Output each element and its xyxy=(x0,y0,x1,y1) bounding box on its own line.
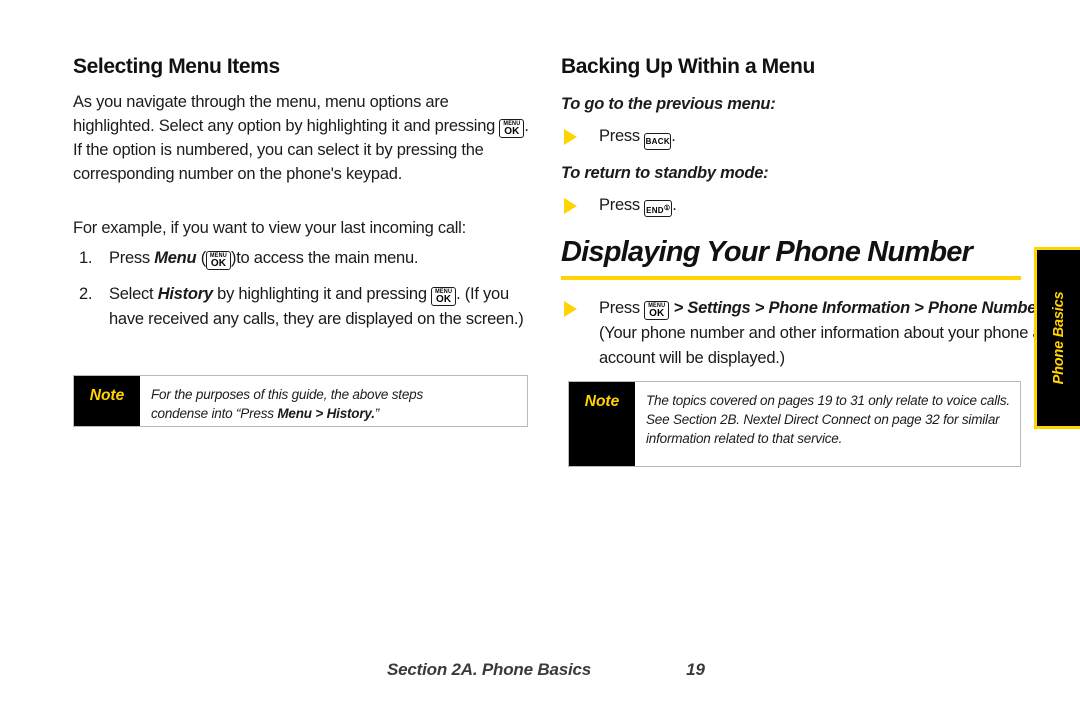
note-line-2-b: ” xyxy=(374,406,380,421)
bullet-text-a: Press xyxy=(599,299,645,317)
section-title-displaying-your-phone-number: Displaying Your Phone Number xyxy=(561,236,973,268)
footer-page-number: 19 xyxy=(686,660,705,679)
bullet-text-a: Press xyxy=(599,127,645,145)
bullet-press-end: Press END①. xyxy=(561,193,1059,218)
subheading-standby-mode: To return to standby mode: xyxy=(561,164,769,182)
page-heading-backing-up-within-a-menu: Backing Up Within a Menu xyxy=(561,55,815,78)
footer-inner: Section 2A. Phone Basics 19 xyxy=(375,660,705,680)
step-emphasis: History xyxy=(157,285,213,303)
power-circle-icon: ① xyxy=(663,205,671,212)
back-key-icon: BACK xyxy=(644,133,672,150)
menu-ok-key-top-label: MENU xyxy=(648,302,666,310)
note-line-1: For the purposes of this guide, the abov… xyxy=(151,387,424,402)
note-body: For the purposes of this guide, the abov… xyxy=(140,376,433,426)
menu-ok-key-icon: MENU OK xyxy=(205,251,231,270)
note-label: Note xyxy=(74,376,140,426)
note-box-right: Note The topics covered on pages 19 to 3… xyxy=(568,381,1021,467)
bullet-text-b: . xyxy=(672,196,677,214)
menu-ok-key-bottom-label: OK xyxy=(504,126,520,137)
bullet-text-a: Press xyxy=(599,196,645,214)
menu-ok-key-icon: MENU OK xyxy=(499,119,525,138)
end-key-label: END xyxy=(646,206,664,215)
step-text-a: Select xyxy=(109,285,158,303)
menu-ok-key-icon: MENU OK xyxy=(644,301,670,320)
list-item: 2. Select History by highlighting it and… xyxy=(73,282,531,332)
note-body: The topics covered on pages 19 to 31 onl… xyxy=(646,393,1010,446)
menu-ok-key-bottom-label: OK xyxy=(210,258,227,269)
bullet-display-phone-number: Press MENU OK > Settings > Phone Informat… xyxy=(561,296,1062,371)
section-title-block: Displaying Your Phone Number xyxy=(561,236,1021,280)
side-tab-phone-basics: Phone Basics xyxy=(1034,247,1080,429)
numbered-steps-list: 1. Press Menu (MENU OK)to access the main… xyxy=(73,246,531,332)
page-heading-selecting-menu-items: Selecting Menu Items xyxy=(73,55,280,78)
step-text-b: by highlighting it and pressing xyxy=(212,285,432,303)
menu-ok-key-bottom-label: OK xyxy=(436,294,452,305)
step-text-b: ( xyxy=(196,249,207,267)
side-tab-label: Phone Basics xyxy=(1050,291,1067,385)
arrow-bullet-icon xyxy=(564,129,577,145)
bullet-press-back: Press BACK. xyxy=(561,124,1059,150)
menu-path: > Settings > Phone Information > Phone N… xyxy=(669,299,1043,317)
step-text-c: )to access the main menu. xyxy=(230,249,419,267)
note-box-left: Note For the purposes of this guide, the… xyxy=(73,375,528,427)
arrow-bullet-icon xyxy=(564,301,577,317)
footer-section-label: Section 2A. Phone Basics xyxy=(387,660,591,679)
menu-ok-key-top-label: MENU xyxy=(435,288,453,296)
list-item: 1. Press Menu (MENU OK)to access the main… xyxy=(73,246,531,271)
step-text-a: Press xyxy=(109,249,155,267)
end-power-key-icon: END① xyxy=(644,200,673,217)
intro-text-part-1: As you navigate through the menu, menu o… xyxy=(73,93,496,135)
example-lead-text: For example, if you want to view your la… xyxy=(73,219,466,237)
step-number: 2. xyxy=(79,285,93,303)
intro-paragraph: As you navigate through the menu, menu o… xyxy=(73,90,531,186)
arrow-bullet-icon xyxy=(564,198,577,214)
step-emphasis: Menu xyxy=(154,249,197,267)
title-underline-rule xyxy=(561,276,1021,280)
note-line-2-bold: Menu > History. xyxy=(277,406,375,421)
menu-ok-key-bottom-label: OK xyxy=(649,308,665,319)
page-footer: Section 2A. Phone Basics 19 xyxy=(0,660,1080,680)
menu-ok-key-top-label: MENU xyxy=(209,252,227,260)
menu-ok-key-top-label: MENU xyxy=(503,120,521,128)
bullet-text-b: . xyxy=(671,127,676,145)
menu-ok-key-icon: MENU OK xyxy=(431,287,457,306)
note-label: Note xyxy=(569,382,635,466)
step-number: 1. xyxy=(79,249,93,267)
subheading-previous-menu: To go to the previous menu: xyxy=(561,95,776,113)
note-line-2-a: condense into “Press xyxy=(151,406,278,421)
